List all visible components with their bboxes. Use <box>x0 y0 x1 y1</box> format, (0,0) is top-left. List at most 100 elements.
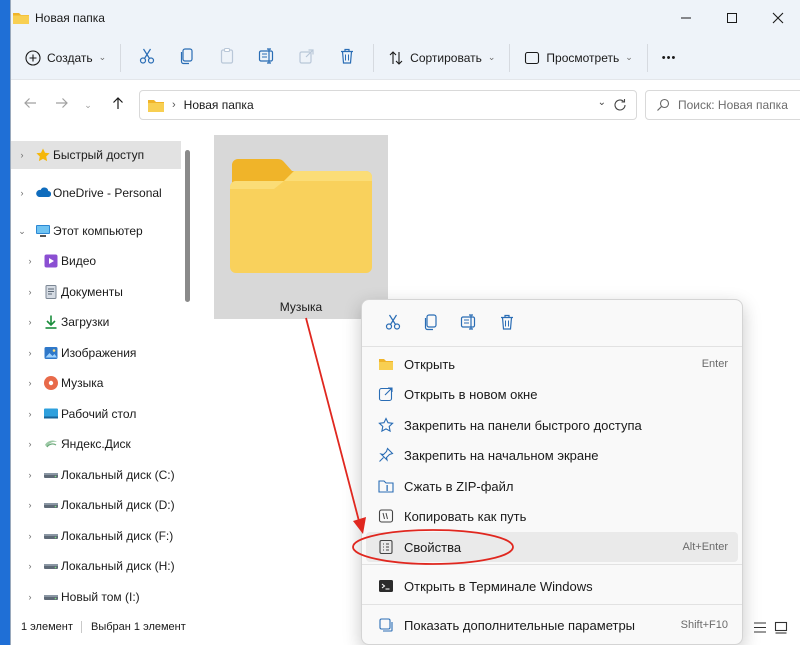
sidebar-item-label: Видео <box>61 254 97 268</box>
more-icon: ••• <box>661 51 677 64</box>
context-menu-item-open-in-terminal[interactable]: Открыть в Терминале Windows <box>366 571 738 601</box>
chevron-down-icon[interactable]: ⌄ <box>17 226 27 237</box>
sidebar-item-label: Этот компьютер <box>53 224 143 238</box>
sidebar-item[interactable]: › Локальный диск (C:) <box>11 461 181 489</box>
chevron-right-icon[interactable]: › <box>25 256 35 266</box>
sidebar-item-label: Быстрый доступ <box>53 148 145 162</box>
context-menu-quick-actions <box>362 300 742 346</box>
sidebar-item-label: Локальный диск (C:) <box>61 468 175 482</box>
sidebar-item[interactable]: ⌄ Этот компьютер <box>11 217 181 245</box>
sidebar-item[interactable]: › OneDrive - Personal <box>11 179 181 207</box>
chevron-right-icon[interactable]: › <box>25 592 35 602</box>
cut-button[interactable] <box>127 42 167 74</box>
sidebar-scrollbar[interactable] <box>185 150 190 302</box>
plus-circle-icon <box>25 49 41 66</box>
copy-button[interactable] <box>167 42 207 74</box>
new-button[interactable]: Создать ⌄ <box>17 42 114 74</box>
context-menu-item-label: Копировать как путь <box>404 508 527 524</box>
details-view-button[interactable] <box>753 621 767 634</box>
chevron-right-icon[interactable]: › <box>25 500 35 510</box>
sidebar-item[interactable]: › Локальный диск (D:) <box>11 491 181 519</box>
back-button[interactable] <box>19 94 41 116</box>
sidebar-item[interactable]: › Быстрый доступ <box>11 141 181 169</box>
context-menu-item-compress-zip[interactable]: Сжать в ZIP-файл <box>366 471 738 501</box>
view-button[interactable]: Просмотреть ⌄ <box>516 42 640 74</box>
sidebar-item-label: Изображения <box>61 346 137 360</box>
breadcrumb-current[interactable]: Новая папка <box>184 98 254 112</box>
context-menu-item-open-new-window[interactable]: Открыть в новом окне <box>366 379 738 409</box>
chevron-right-icon[interactable]: › <box>25 378 35 388</box>
command-bar: Создать ⌄ Сортировать ⌄ Просмотреть ⌄ ••… <box>11 36 800 80</box>
address-bar[interactable]: › Новая папка ⌄ <box>139 90 637 120</box>
path-icon <box>378 508 394 524</box>
context-menu-item-open[interactable]: Открыть Enter <box>366 349 738 379</box>
share-button[interactable] <box>287 42 327 74</box>
file-explorer-window: Новая папка Создать ⌄ Сортировать ⌄ Прос… <box>10 0 800 645</box>
sidebar-item[interactable]: › Документы <box>11 278 181 306</box>
context-delete-button[interactable] <box>488 307 526 339</box>
address-history-button[interactable]: ⌄ <box>598 97 606 108</box>
sort-arrows-icon <box>388 50 404 66</box>
chevron-right-icon[interactable]: › <box>25 531 35 541</box>
context-menu-item-pin-start[interactable]: Закрепить на начальном экране <box>366 440 738 470</box>
chevron-right-icon[interactable]: › <box>25 470 35 480</box>
context-menu-divider <box>362 564 742 565</box>
up-button[interactable] <box>107 94 129 116</box>
delete-button[interactable] <box>327 42 367 74</box>
recent-locations-button[interactable]: ⌄ <box>77 94 99 116</box>
chevron-down-icon: ⌄ <box>625 52 633 62</box>
context-copy-button[interactable] <box>412 307 450 339</box>
chevron-right-icon[interactable]: › <box>25 439 35 449</box>
sidebar-item[interactable]: › Локальный диск (F:) <box>11 522 181 550</box>
sidebar-item[interactable]: › Загрузки <box>11 308 181 336</box>
chevron-right-icon[interactable]: › <box>17 188 27 198</box>
rename-button[interactable] <box>247 42 287 74</box>
sidebar-item-label: Документы <box>61 285 123 299</box>
search-input[interactable]: Поиск: Новая папка <box>645 90 800 120</box>
sidebar-item[interactable]: › Рабочий стол <box>11 400 181 428</box>
folder-item[interactable]: Музыка <box>214 135 388 319</box>
sidebar-item[interactable]: › Музыка <box>11 369 181 397</box>
pictures-icon <box>43 345 59 361</box>
more-options-button[interactable]: ••• <box>654 42 685 74</box>
minimize-button[interactable] <box>663 0 709 36</box>
documents-icon <box>43 284 59 300</box>
maximize-button[interactable] <box>709 0 755 36</box>
context-menu-item-label: Закрепить на начальном экране <box>404 447 599 463</box>
sidebar-item[interactable]: › Яндекс.Диск <box>11 430 181 458</box>
chevron-right-icon[interactable]: › <box>25 317 35 327</box>
paste-button[interactable] <box>207 42 247 74</box>
sidebar-item[interactable]: › Локальный диск (H:) <box>11 552 181 580</box>
star-icon <box>378 417 394 433</box>
context-menu-item-show-more-options[interactable]: Показать дополнительные параметры Shift+F… <box>366 610 738 640</box>
refresh-button[interactable] <box>613 98 629 114</box>
chevron-right-icon[interactable]: › <box>25 348 35 358</box>
chevron-down-icon: ⌄ <box>98 52 107 62</box>
sort-button[interactable]: Сортировать ⌄ <box>380 42 503 74</box>
chevron-right-icon[interactable]: › <box>25 287 35 297</box>
chevron-right-icon[interactable]: › <box>17 150 27 160</box>
context-rename-button[interactable] <box>450 307 488 339</box>
sidebar-item[interactable]: › Видео <box>11 247 181 275</box>
forward-button[interactable] <box>51 94 73 116</box>
close-button[interactable] <box>755 0 800 36</box>
download-icon <box>43 314 59 330</box>
chevron-right-icon[interactable]: › <box>25 561 35 571</box>
trash-icon <box>498 313 516 334</box>
context-menu-shortcut: Alt+Enter <box>682 541 728 553</box>
drive-icon <box>43 589 59 605</box>
context-menu-item-label: Открыть в новом окне <box>404 386 538 402</box>
sidebar-item-label: Новый том (I:) <box>61 590 140 604</box>
sidebar-item[interactable]: › Изображения <box>11 339 181 367</box>
context-menu-item-properties[interactable]: Свойства Alt+Enter <box>366 532 738 562</box>
tiles-view-button[interactable] <box>774 621 788 634</box>
context-menu-item-copy-as-path[interactable]: Копировать как путь <box>366 501 738 531</box>
sidebar-item[interactable]: › Новый том (I:) <box>11 583 181 611</box>
chevron-right-icon[interactable]: › <box>25 409 35 419</box>
sidebar-item-label: Загрузки <box>61 315 110 329</box>
large-folder-icon <box>228 157 374 276</box>
search-placeholder: Поиск: Новая папка <box>678 98 788 112</box>
context-menu-item-pin-quick-access[interactable]: Закрепить на панели быстрого доступа <box>366 410 738 440</box>
context-cut-button[interactable] <box>374 307 412 339</box>
window-title: Новая папка <box>35 11 105 25</box>
